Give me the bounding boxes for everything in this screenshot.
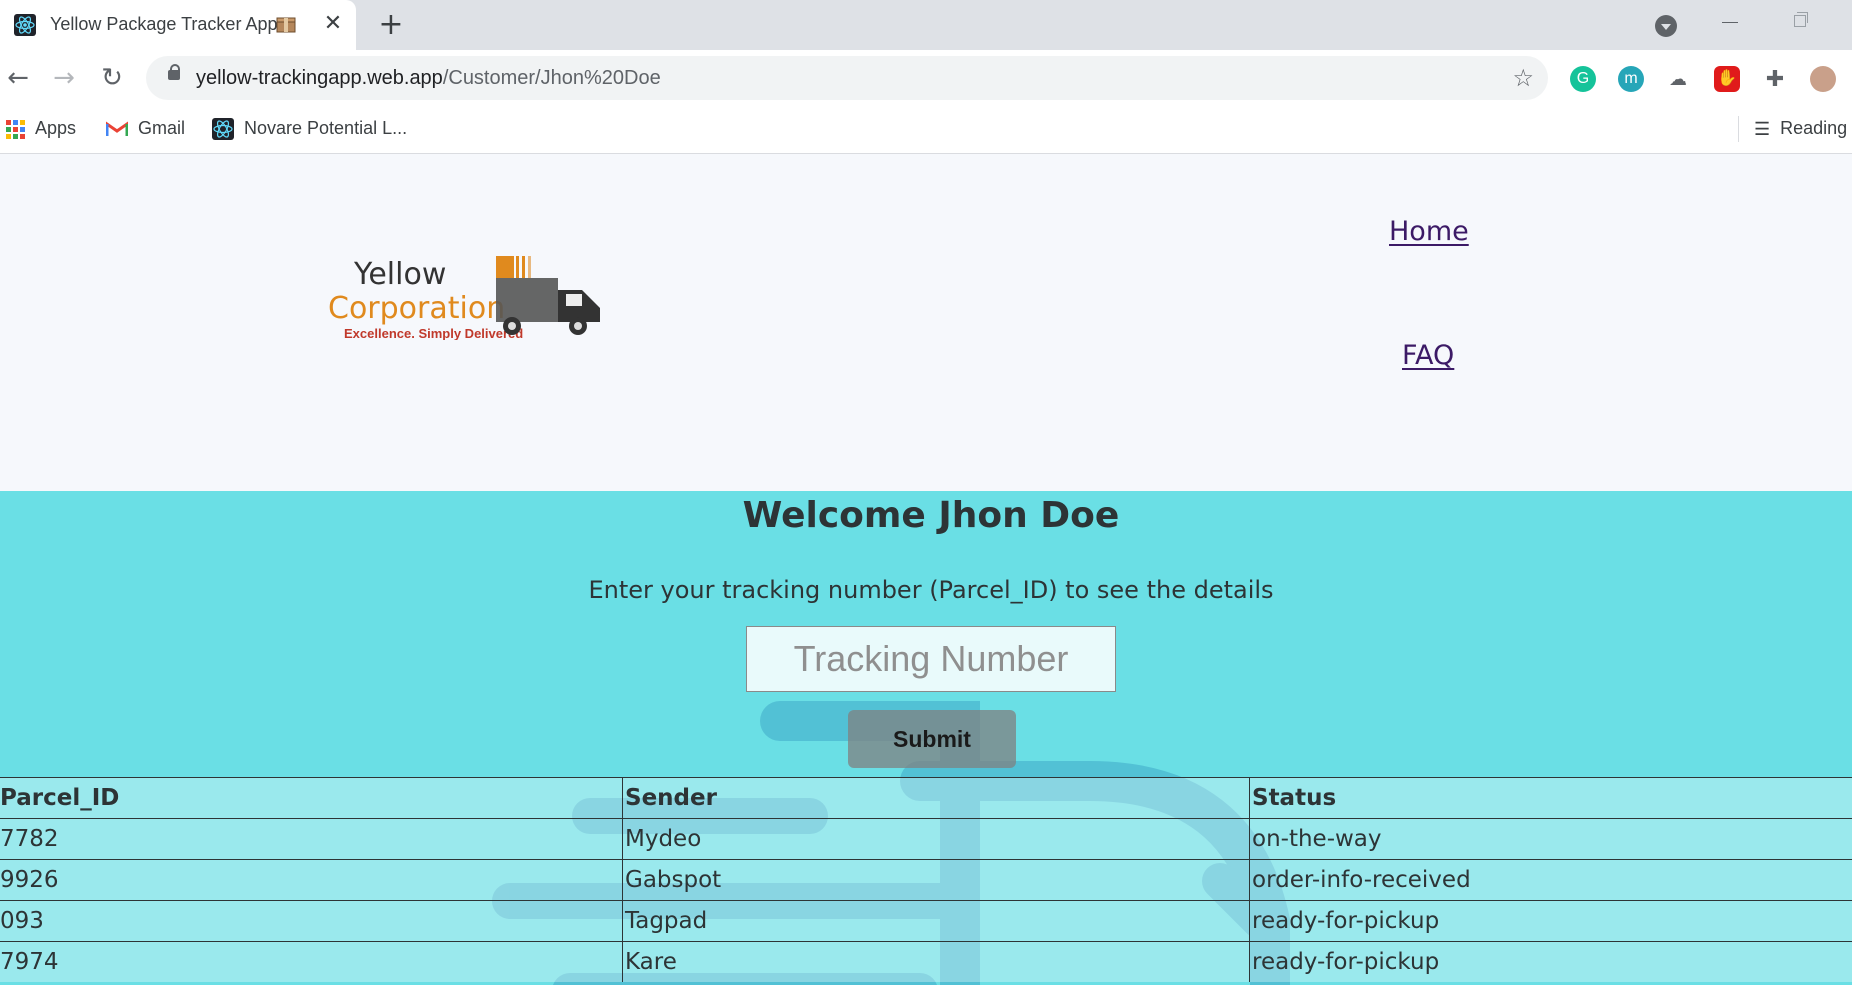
- sender-cell: Mydeo: [622, 818, 1250, 860]
- tab-strip: Yellow Package Tracker App ✕ +: [0, 0, 1852, 50]
- bookmark-star-icon[interactable]: ☆: [1512, 64, 1534, 92]
- sender-cell: Gabspot: [622, 859, 1250, 901]
- react-favicon-icon: [14, 14, 36, 36]
- submit-button[interactable]: Submit: [848, 710, 1016, 768]
- table-row: 093 Tagpad ready-for-pickup: [0, 900, 1852, 942]
- tab-search-icon[interactable]: [1655, 15, 1677, 37]
- lock-icon: [168, 64, 180, 80]
- tracking-instructions: Enter your tracking number (Parcel_ID) t…: [588, 576, 1274, 604]
- svg-text:Excellence. Simply Delivered: Excellence. Simply Delivered: [344, 326, 523, 340]
- welcome-heading: Welcome Jhon Doe: [742, 495, 1120, 536]
- sender-cell: Tagpad: [622, 900, 1250, 942]
- bookmark-novare[interactable]: Novare Potential L...: [212, 116, 407, 141]
- sender-cell: Kare: [622, 941, 1250, 982]
- restore-icon[interactable]: [1794, 12, 1808, 27]
- bookmarks-bar: Apps Gmail Novare Potential L... ☰ Readin…: [0, 106, 1852, 154]
- reading-list-icon: ☰: [1754, 119, 1771, 140]
- apps-grid-icon: [6, 119, 25, 139]
- react-icon: [212, 118, 234, 141]
- grammarly-icon[interactable]: G: [1570, 66, 1596, 92]
- browser-tab[interactable]: Yellow Package Tracker App ✕: [0, 0, 356, 50]
- nav-home-link[interactable]: Home: [1389, 216, 1469, 247]
- adblock-icon[interactable]: ✋: [1714, 66, 1740, 92]
- status-cell: on-the-way: [1249, 818, 1852, 860]
- new-tab-icon[interactable]: +: [376, 8, 406, 42]
- bookmarks-separator: [1738, 116, 1739, 142]
- puzzle-icon[interactable]: ✚: [1762, 66, 1788, 92]
- bookmark-gmail[interactable]: Gmail: [106, 116, 185, 140]
- web-page: Yellow Corporation Excellence. Simply De…: [0, 154, 1852, 985]
- back-icon[interactable]: ←: [2, 62, 34, 94]
- table-row: 7974 Kare ready-for-pickup: [0, 941, 1852, 982]
- tracking-number-input[interactable]: [746, 626, 1116, 692]
- column-header-status: Status: [1249, 777, 1852, 819]
- forward-icon[interactable]: →: [48, 62, 80, 94]
- parcel-id-cell: 9926: [0, 859, 623, 901]
- tab-title: Yellow Package Tracker App: [50, 14, 278, 34]
- gmail-icon: [106, 121, 128, 137]
- minimize-icon[interactable]: [1722, 22, 1738, 23]
- svg-text:Yellow: Yellow: [353, 257, 446, 292]
- parcel-id-cell: 093: [0, 900, 623, 942]
- m-extension-icon[interactable]: m: [1618, 66, 1644, 92]
- tracking-section: Welcome Jhon Doe Enter your tracking num…: [0, 491, 1852, 985]
- yellow-corporation-logo: Yellow Corporation Excellence. Simply De…: [328, 256, 600, 340]
- svg-text:Corporation: Corporation: [328, 291, 505, 326]
- parcel-id-cell: 7782: [0, 818, 623, 860]
- reload-icon[interactable]: ↻: [96, 62, 128, 94]
- column-header-parcel-id: Parcel_ID: [0, 777, 623, 819]
- nav-faq-link[interactable]: FAQ: [1402, 340, 1454, 371]
- table-row: 7782 Mydeo on-the-way: [0, 818, 1852, 860]
- package-icon: [276, 17, 296, 33]
- reading-list-button[interactable]: ☰ Reading: [1754, 116, 1847, 140]
- status-cell: ready-for-pickup: [1249, 900, 1852, 942]
- table-row: 9926 Gabspot order-info-received: [0, 859, 1852, 901]
- status-cell: ready-for-pickup: [1249, 941, 1852, 982]
- url-text: yellow-trackingapp.web.app/Customer/Jhon…: [196, 67, 661, 89]
- parcel-id-cell: 7974: [0, 941, 623, 982]
- cloud-extension-icon[interactable]: ☁: [1665, 66, 1691, 92]
- table-header-row: Parcel_ID Sender Status: [0, 777, 1852, 819]
- parcels-table: Parcel_ID Sender Status 7782 Mydeo on-th…: [0, 777, 1852, 982]
- site-header: Yellow Corporation Excellence. Simply De…: [0, 154, 1852, 491]
- profile-avatar[interactable]: [1810, 66, 1836, 92]
- bookmark-apps[interactable]: Apps: [6, 116, 76, 140]
- close-tab-icon[interactable]: ✕: [322, 10, 344, 38]
- status-cell: order-info-received: [1249, 859, 1852, 901]
- column-header-sender: Sender: [622, 777, 1250, 819]
- address-bar[interactable]: yellow-trackingapp.web.app/Customer/Jhon…: [146, 56, 1548, 100]
